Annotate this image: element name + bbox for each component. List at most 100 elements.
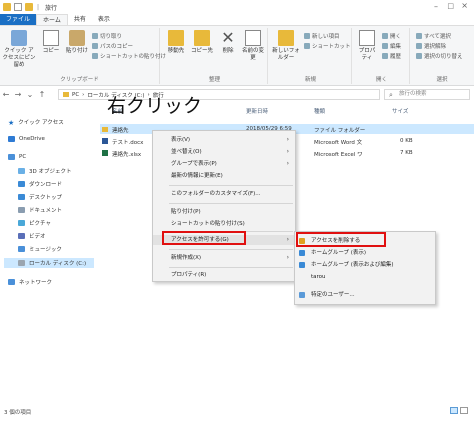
submenu-item-label: ホームグループ (表示および編集): [311, 262, 394, 268]
breadcrumb-pc[interactable]: PC: [72, 92, 79, 98]
menu-item-paste-shortcut[interactable]: ショートカットの貼り付け(S): [153, 219, 295, 229]
submenu-item-label: tarou: [311, 274, 326, 280]
forward-arrow-icon[interactable]: →: [12, 90, 24, 99]
new-folder-button[interactable]: 新しいフォルダー: [272, 30, 300, 62]
nav-quick-access[interactable]: ★ クイック アクセス: [8, 118, 64, 127]
copy-to-button[interactable]: コピー先: [190, 30, 214, 55]
nav-item-videos[interactable]: ビデオ: [18, 232, 46, 240]
menu-item-sort[interactable]: 並べ替え(O) ›: [153, 147, 295, 157]
nav-item-local-disk[interactable]: ローカル ディスク (C:): [4, 258, 94, 268]
address-row: ← → ⌄ ↑ PC › ローカル ディスク (C:) › 旅行 ⌕ 旅行の検索: [0, 87, 474, 102]
delete-icon: ✕: [221, 28, 235, 47]
paste-button[interactable]: 貼り付け: [64, 30, 90, 55]
search-input[interactable]: ⌕ 旅行の検索: [384, 89, 470, 100]
clipboard-group-label: クリップボード: [60, 77, 99, 83]
minimize-icon[interactable]: –: [434, 2, 438, 11]
nav-item-pictures[interactable]: ピクチャ: [18, 219, 51, 227]
properties-icon[interactable]: [14, 3, 22, 11]
copy-path-button[interactable]: パスのコピー: [92, 42, 133, 50]
users-icon: [299, 292, 305, 298]
move-to-button[interactable]: 移動先: [164, 30, 188, 55]
new-item-button[interactable]: 新しい項目: [304, 32, 340, 40]
nav-onedrive[interactable]: OneDrive: [8, 136, 45, 142]
desktop-icon: [18, 194, 25, 200]
column-header-type[interactable]: 種類: [314, 107, 325, 115]
scissors-icon: [92, 33, 98, 39]
details-view-icon[interactable]: [450, 407, 458, 414]
tab-share[interactable]: 共有: [68, 14, 92, 25]
column-header-size[interactable]: サイズ: [392, 107, 408, 115]
copy-path-label: パスのコピー: [100, 44, 134, 50]
delete-button[interactable]: ✕ 削除: [218, 30, 238, 55]
invert-selection-button[interactable]: 選択の切り替え: [416, 52, 463, 60]
submenu-item-homegroup-edit[interactable]: ホームグループ (表示および編集): [295, 260, 435, 270]
copy-button[interactable]: コピー: [40, 30, 62, 55]
ribbon: クイック アクセスにピン留め コピー 貼り付け 切り取り パスのコピー ショート…: [0, 26, 474, 86]
maximize-icon[interactable]: □: [447, 2, 454, 10]
menu-item-view[interactable]: 表示(V) ›: [153, 135, 295, 145]
select-none-label: 選択解除: [424, 44, 447, 50]
shortcut-icon: [304, 43, 310, 49]
file-size: 7 KB: [400, 150, 413, 156]
clipboard-group: クイック アクセスにピン留め コピー 貼り付け 切り取り パスのコピー ショート…: [0, 28, 166, 84]
rename-button[interactable]: 名前の変更: [240, 30, 266, 62]
pin-quick-access-button[interactable]: クイック アクセスにピン留め: [2, 30, 36, 69]
nav-item-label: 3D オブジェクト: [29, 169, 72, 175]
recent-chevron-icon[interactable]: ⌄: [24, 90, 36, 99]
nav-item-3d-objects[interactable]: 3D オブジェクト: [18, 167, 71, 175]
view-toggle: [450, 407, 468, 414]
tab-view[interactable]: 表示: [92, 14, 116, 25]
select-none-button[interactable]: 選択解除: [416, 42, 446, 50]
tab-file[interactable]: ファイル: [0, 14, 37, 25]
file-name: 連絡先: [112, 128, 129, 134]
submenu-arrow-icon: ›: [286, 136, 289, 143]
nav-item-label: ミュージック: [29, 247, 62, 253]
select-all-label: すべて選択: [424, 34, 451, 40]
nav-item-documents[interactable]: ドキュメント: [18, 206, 62, 214]
nav-item-label: ビデオ: [29, 234, 46, 240]
edit-label: 編集: [390, 44, 402, 50]
menu-item-group[interactable]: グループで表示(P) ›: [153, 159, 295, 169]
select-group: すべて選択 選択解除 選択の切り替え 選択: [412, 28, 472, 84]
up-arrow-icon[interactable]: ↑: [36, 90, 48, 99]
column-header-date[interactable]: 更新日時: [246, 107, 268, 115]
menu-item-paste[interactable]: 貼り付け(P): [153, 207, 295, 217]
select-all-icon: [416, 33, 422, 39]
close-icon[interactable]: ×: [461, 1, 468, 10]
submenu-item-specific-users[interactable]: 特定のユーザー...: [295, 290, 435, 300]
paste-shortcut-button[interactable]: ショートカットの貼り付け: [92, 52, 166, 60]
open-button[interactable]: 開く: [382, 32, 401, 40]
title-separator: |: [37, 3, 40, 11]
edit-button[interactable]: 編集: [382, 42, 401, 50]
easy-access-button[interactable]: ショートカット: [304, 42, 351, 50]
menu-item-new[interactable]: 新規作成(X) ›: [153, 253, 295, 263]
cut-button[interactable]: 切り取り: [92, 32, 122, 40]
cloud-icon: [8, 136, 15, 142]
tab-home[interactable]: ホーム: [36, 14, 68, 25]
menu-item-label: 表示(V): [171, 137, 191, 143]
properties-button[interactable]: プロパティ: [356, 30, 378, 62]
word-file-icon: [102, 138, 108, 144]
history-button[interactable]: 履歴: [382, 52, 401, 60]
nav-item-music[interactable]: ミュージック: [18, 245, 62, 253]
menu-item-customize[interactable]: このフォルダーのカスタマイズ(F)...: [153, 189, 295, 199]
edit-icon: [382, 43, 388, 49]
menu-item-properties[interactable]: プロパティ(R): [153, 270, 295, 280]
back-arrow-icon[interactable]: ←: [0, 90, 12, 99]
new-folder-icon[interactable]: [25, 3, 33, 11]
nav-network[interactable]: ネットワーク: [8, 278, 52, 286]
homegroup-icon: [299, 262, 305, 268]
rename-icon: [245, 30, 261, 46]
select-all-button[interactable]: すべて選択: [416, 32, 451, 40]
submenu-item-user[interactable]: tarou: [295, 272, 435, 282]
large-icons-view-icon[interactable]: [460, 407, 468, 414]
move-to-icon: [168, 30, 184, 46]
menu-item-refresh[interactable]: 最新の情報に更新(E): [153, 171, 295, 181]
menu-divider: [169, 249, 293, 250]
nav-item-downloads[interactable]: ダウンロード: [18, 180, 62, 188]
nav-pc[interactable]: PC: [8, 154, 26, 160]
excel-file-icon: [102, 150, 108, 156]
nav-item-desktop[interactable]: デスクトップ: [18, 193, 62, 201]
submenu-item-homegroup-view[interactable]: ホームグループ (表示): [295, 248, 435, 258]
menu-divider: [169, 267, 293, 268]
